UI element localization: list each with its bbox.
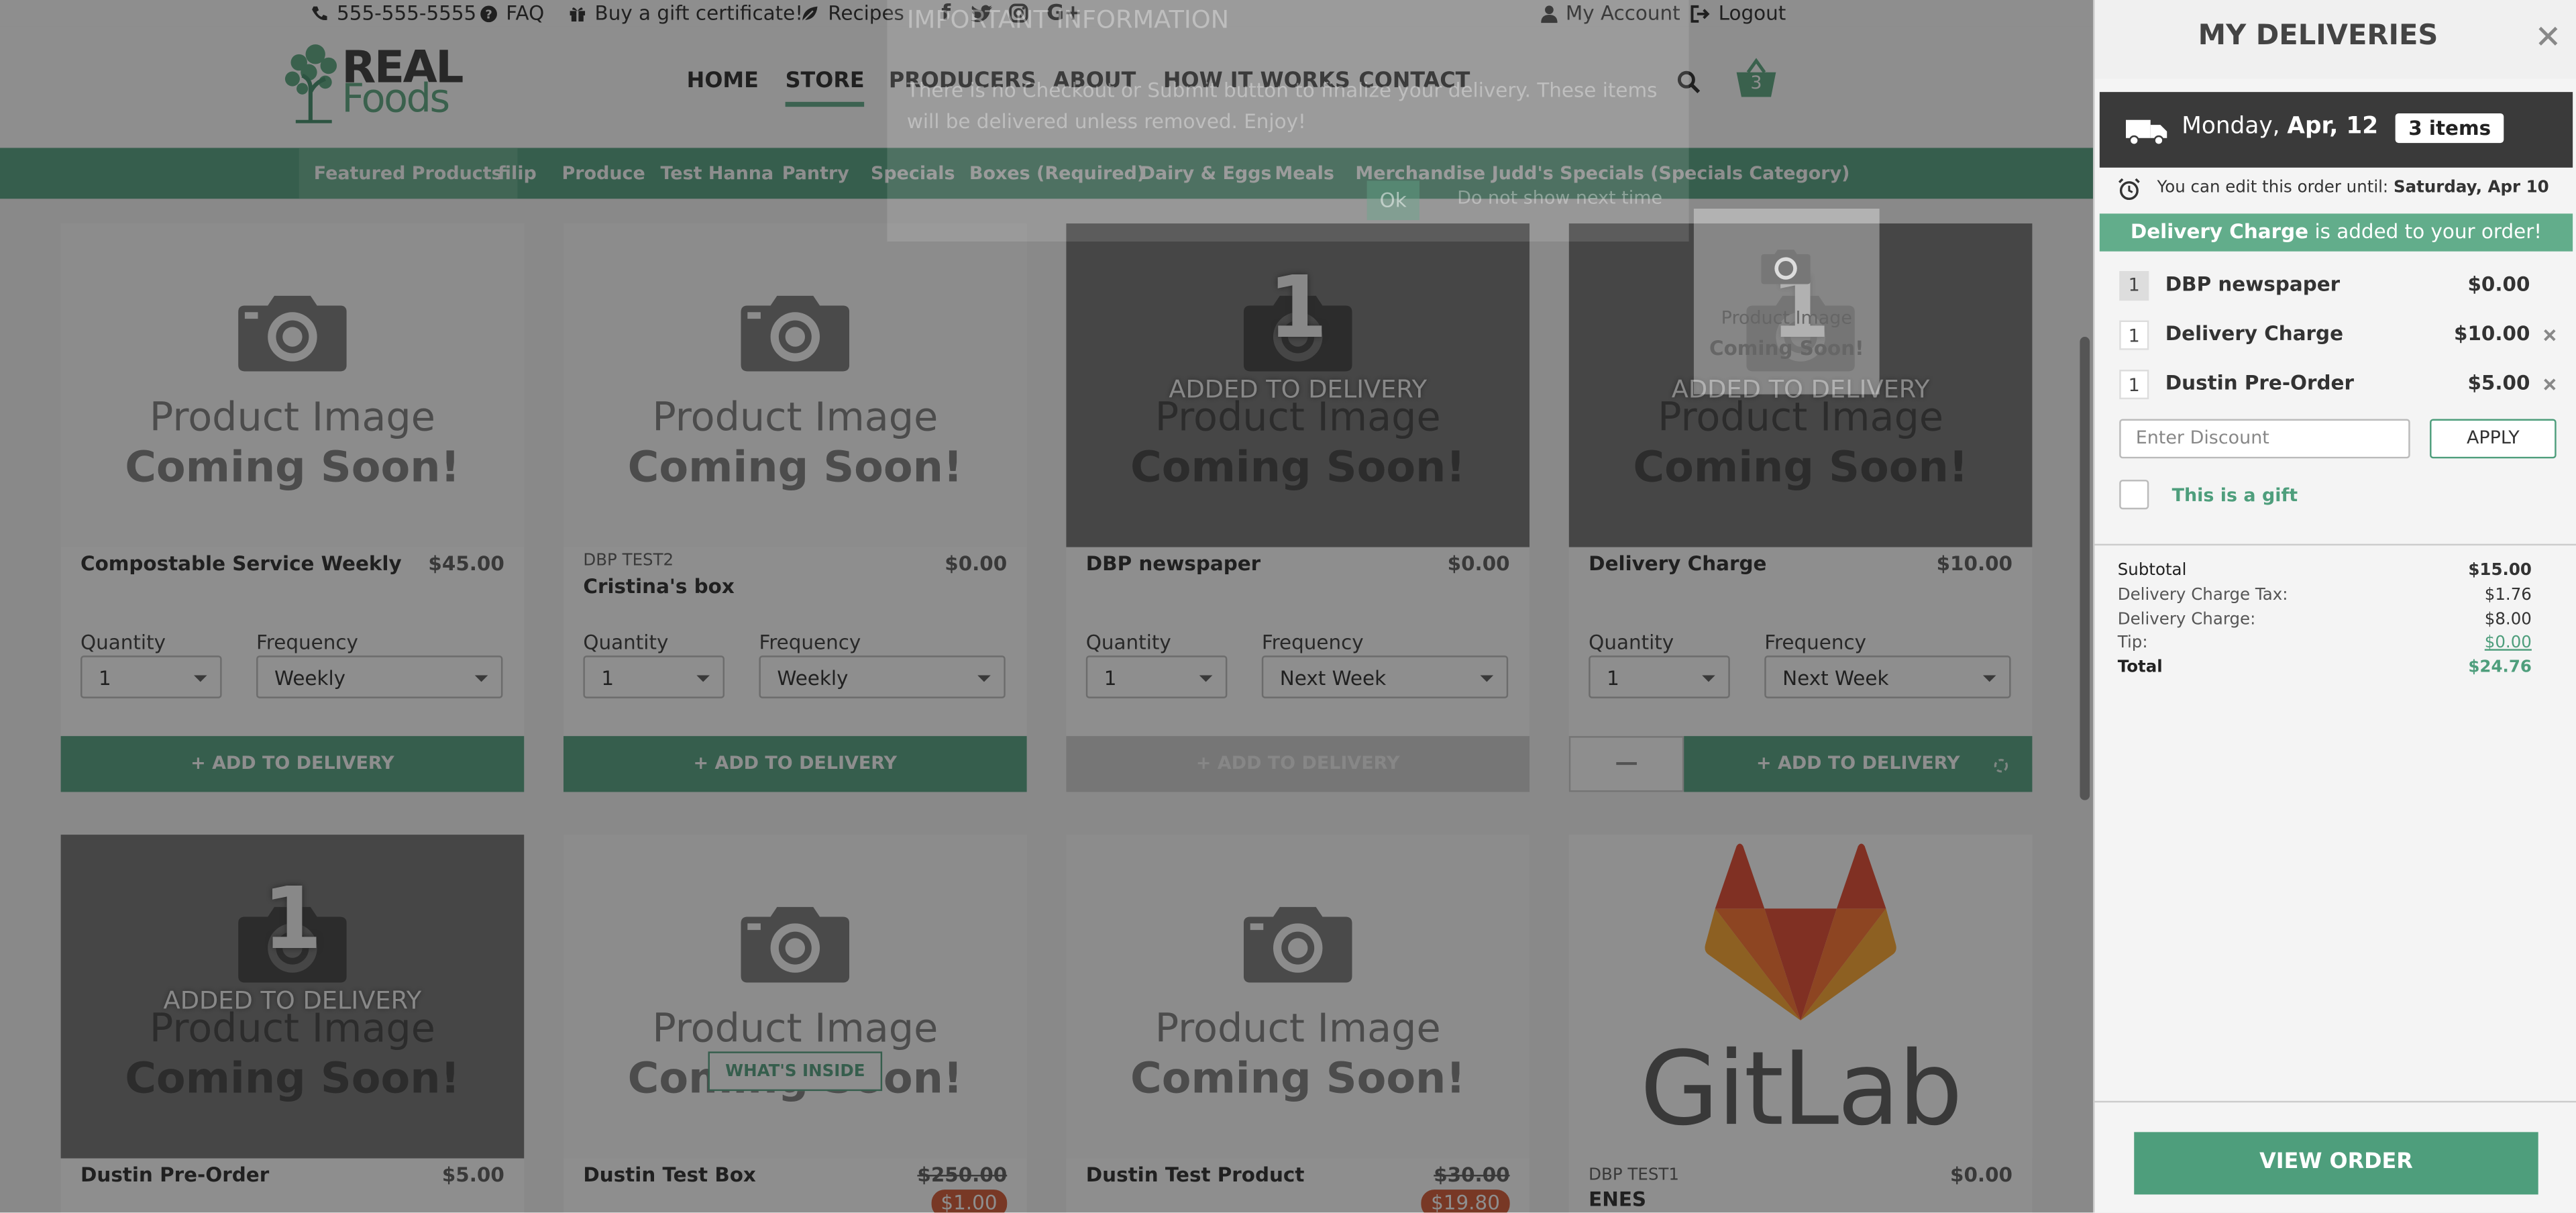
page-scrollbar[interactable] [2080, 337, 2090, 800]
delivery-day: Monday, [2182, 113, 2288, 140]
delivery-charge-value: $8.00 [2484, 611, 2532, 629]
tax-row: Delivery Charge Tax: $1.76 [2118, 586, 2532, 609]
line-price: $10.00 [2454, 322, 2530, 346]
total-label: Total [2117, 659, 2163, 677]
tax-label: Delivery Charge Tax: [2117, 586, 2288, 605]
total-value: $24.76 [2468, 659, 2532, 677]
subtotal-row: Subtotal $15.00 [2118, 562, 2532, 585]
line-price: $0.00 [2467, 272, 2530, 296]
notice-rest: is added to your order! [2308, 220, 2542, 244]
ghost-text-line2: Coming Soon! [1709, 337, 1864, 360]
panel-header: MY DELIVERIES [2094, 0, 2576, 79]
line-quantity[interactable]: 1 [2119, 320, 2149, 350]
items-count-badge: 3 items [2395, 113, 2504, 144]
line-quantity: 1 [2119, 271, 2149, 301]
edit-deadline-notice: You can edit this order until: Saturday,… [2111, 171, 2571, 233]
line-quantity[interactable]: 1 [2119, 370, 2149, 400]
tip-label: Tip: [2117, 634, 2148, 653]
modal-ok-button[interactable]: Ok [1366, 180, 1419, 221]
line-name: Delivery Charge [2165, 322, 2344, 346]
apply-discount-button[interactable]: APPLY [2430, 419, 2557, 459]
discount-input[interactable]: Enter Discount [2119, 419, 2410, 459]
delivery-charge-row: Delivery Charge: $8.00 [2118, 611, 2532, 634]
gift-checkbox-label[interactable]: This is a gift [2172, 484, 2298, 506]
delivery-truck-icon [2126, 119, 2167, 146]
panel-footer: VIEW ORDER [2094, 1100, 2576, 1213]
tip-row: Tip: $0.00 [2118, 634, 2532, 657]
view-order-button[interactable]: VIEW ORDER [2134, 1132, 2538, 1195]
do-not-show-checkbox-label[interactable]: Do not show next time [1457, 187, 1662, 209]
my-deliveries-panel: MY DELIVERIES Monday, Apr, 12 3 items Yo… [2093, 0, 2576, 1213]
notice-bold: Delivery Charge [2130, 220, 2309, 244]
modal-title: IMPORTANT INFORMATION [906, 5, 1230, 35]
delivery-charge-notice: Delivery Charge is added to your order! [2099, 213, 2573, 252]
order-line-item: 1 Dustin Pre-Order $5.00 [2119, 370, 2557, 400]
close-icon[interactable] [2538, 26, 2558, 46]
delivery-date-bold: Apr, 12 [2287, 113, 2379, 140]
order-line-item: 1 Delivery Charge $10.00 [2119, 320, 2557, 350]
gift-checkbox[interactable] [2119, 480, 2149, 510]
tax-value: $1.76 [2484, 586, 2532, 605]
subtotal-label: Subtotal [2117, 562, 2187, 580]
total-row: Total $24.76 [2118, 659, 2532, 682]
line-price: $5.00 [2467, 371, 2530, 394]
ghost-text-line1: Product Image [1721, 307, 1852, 329]
page-root: 555-555-5555 ? FAQ Buy a gift certificat… [0, 0, 2576, 1213]
alarm-clock-icon [2118, 178, 2140, 201]
edit-deadline-prefix: You can edit this order until: [2157, 178, 2394, 197]
camera-icon [1761, 250, 1811, 284]
modal-body: There is no Checkout or Submit button to… [906, 78, 1658, 134]
remove-item-icon[interactable] [2543, 378, 2557, 391]
line-name: DBP newspaper [2165, 272, 2341, 296]
delivery-date-bar[interactable]: Monday, Apr, 12 3 items [2099, 92, 2573, 168]
line-name: Dustin Pre-Order [2165, 371, 2354, 394]
order-line-item: 1 DBP newspaper $0.00 [2119, 271, 2556, 301]
divider [2094, 543, 2576, 546]
remove-item-icon[interactable] [2543, 329, 2557, 342]
important-information-modal: IMPORTANT INFORMATION There is no Checko… [887, 0, 1689, 242]
subtotal-value: $15.00 [2468, 562, 2532, 580]
panel-title: MY DELIVERIES [2198, 19, 2438, 53]
tip-link[interactable]: $0.00 [2485, 634, 2532, 652]
delivery-charge-label: Delivery Charge: [2117, 611, 2256, 629]
delivery-date: Monday, Apr, 12 [2182, 113, 2378, 140]
drag-ghost-product-image: Product Image Coming Soon! [1693, 209, 1880, 394]
